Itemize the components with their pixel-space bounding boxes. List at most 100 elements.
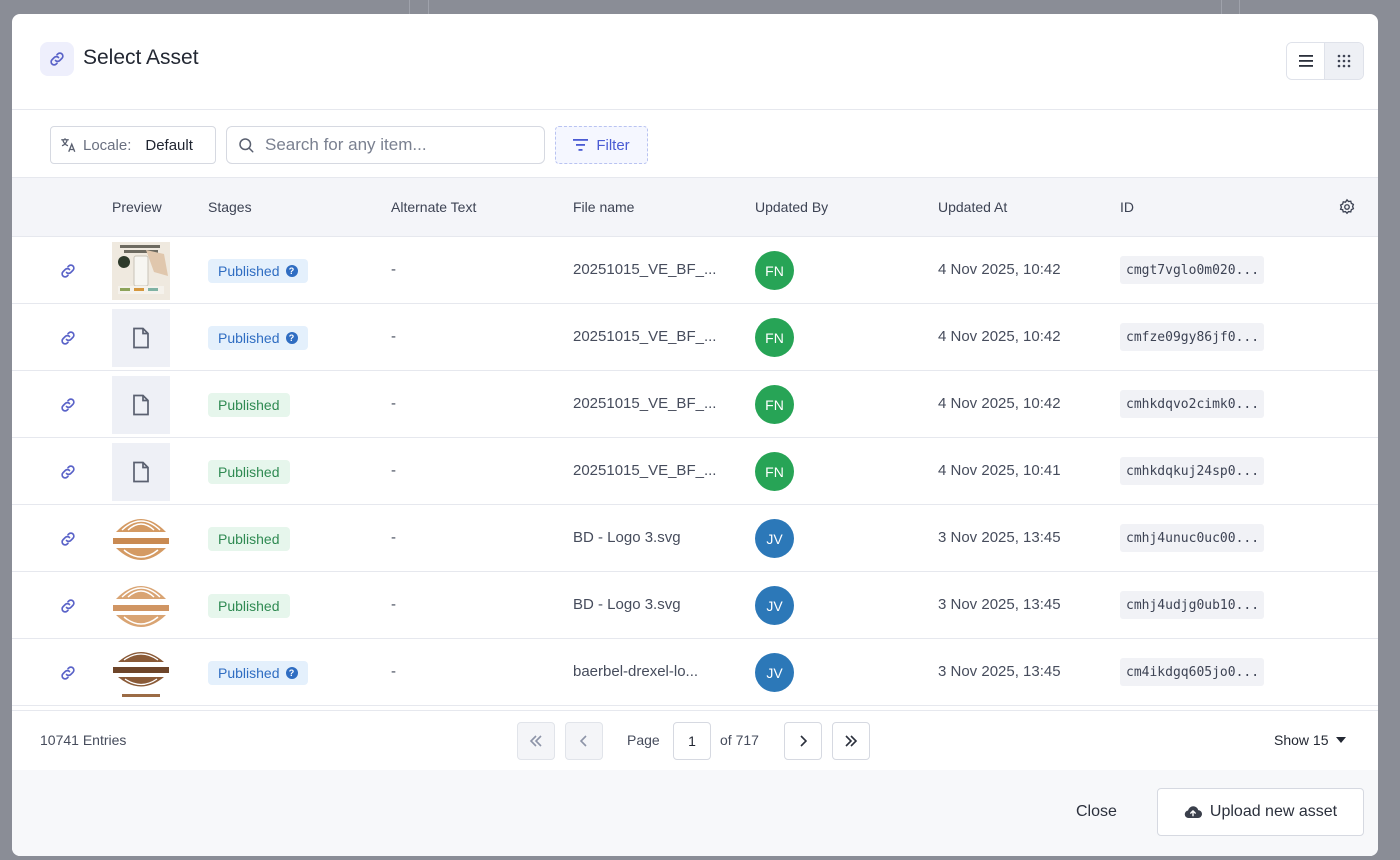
column-preview: Preview	[112, 199, 162, 215]
status-badge: Published ?	[208, 661, 308, 685]
column-updated-at[interactable]: Updated At	[938, 199, 1007, 215]
link-icon[interactable]	[58, 329, 78, 351]
table-row[interactable]: Published - BD - Logo 3.svg JV 3 Nov 202…	[12, 572, 1378, 639]
column-updated-by[interactable]: Updated By	[755, 199, 828, 215]
column-alternate-text[interactable]: Alternate Text	[391, 199, 476, 215]
pagination-bar: 10741 Entries Page of 717 Show 15	[12, 710, 1378, 770]
file-icon	[133, 394, 149, 416]
table-row[interactable]: Published ? - 20251015_VE_BF_... FN 4 No…	[12, 237, 1378, 304]
view-toggle	[1286, 42, 1364, 80]
asset-id[interactable]: cmhj4udjg0ub10...	[1120, 591, 1264, 619]
search-icon	[239, 138, 254, 153]
info-icon[interactable]: ?	[285, 332, 298, 344]
link-icon[interactable]	[58, 463, 78, 485]
chevron-left-icon	[580, 735, 587, 747]
file-icon	[133, 327, 149, 349]
updated-at-cell: 4 Nov 2025, 10:41	[938, 462, 1061, 479]
asset-id[interactable]: cmhkdqvo2cimk0...	[1120, 390, 1264, 418]
last-page-button[interactable]	[832, 722, 870, 760]
total-pages: of 717	[720, 732, 759, 748]
list-icon	[1298, 55, 1313, 67]
updated-at-cell: 3 Nov 2025, 13:45	[938, 596, 1061, 613]
preview-thumbnail	[112, 644, 170, 702]
caret-down-icon	[1336, 737, 1347, 743]
page-size-label: Show 15	[1274, 732, 1329, 748]
first-page-button[interactable]	[517, 722, 555, 760]
table-row[interactable]: Published - BD - Logo 3.svg JV 3 Nov 202…	[12, 505, 1378, 572]
close-button[interactable]: Close	[1076, 803, 1117, 821]
avatar: FN	[755, 251, 794, 290]
asset-id[interactable]: cmgt7vglo0m020...	[1120, 256, 1264, 284]
updated-at-cell: 4 Nov 2025, 10:42	[938, 261, 1061, 278]
column-settings-button[interactable]	[1338, 198, 1356, 219]
link-icon[interactable]	[58, 597, 78, 619]
asset-id[interactable]: cmhkdqkuj24sp0...	[1120, 457, 1264, 485]
search-input[interactable]	[265, 135, 525, 155]
column-id[interactable]: ID	[1120, 199, 1134, 215]
locale-selector[interactable]: Locale: Default	[50, 126, 216, 164]
file-name-cell: 20251015_VE_BF_...	[573, 395, 717, 412]
column-file-name[interactable]: File name	[573, 199, 634, 215]
file-name-cell: BD - Logo 3.svg	[573, 529, 681, 546]
alternate-text-cell: -	[391, 395, 396, 412]
locale-value: Default	[145, 136, 193, 154]
avatar: JV	[755, 653, 794, 692]
asset-id[interactable]: cmhj4unuc0uc00...	[1120, 524, 1264, 552]
asset-id[interactable]: cm4ikdgq605jo0...	[1120, 658, 1264, 686]
toolbar: Locale: Default Filter	[12, 110, 1378, 178]
link-icon	[40, 42, 74, 76]
page-number-input[interactable]	[673, 722, 711, 760]
link-icon[interactable]	[58, 262, 78, 284]
logo-thumbnail	[112, 510, 170, 568]
column-stages[interactable]: Stages	[208, 199, 252, 215]
table-row[interactable]: Published - 20251015_VE_BF_... FN 4 Nov …	[12, 438, 1378, 505]
preview-thumbnail	[112, 443, 170, 501]
list-view-button[interactable]	[1287, 43, 1326, 79]
link-icon[interactable]	[58, 664, 78, 686]
modal-title: Select Asset	[83, 46, 199, 69]
avatar: FN	[755, 385, 794, 424]
select-asset-modal: Select Asset Locale: Default Search for …	[12, 14, 1378, 856]
grid-view-button[interactable]	[1325, 43, 1363, 79]
grid-icon	[1337, 54, 1351, 68]
info-icon[interactable]: ?	[285, 667, 298, 679]
preview-thumbnail	[112, 309, 170, 367]
double-chevron-right-icon	[845, 735, 858, 747]
filter-icon	[573, 139, 589, 151]
link-icon[interactable]	[58, 396, 78, 418]
file-name-cell: 20251015_VE_BF_...	[573, 462, 717, 479]
asset-id[interactable]: cmfze09gy86jf0...	[1120, 323, 1264, 351]
modal-footer: Close Upload new asset	[12, 770, 1378, 856]
alternate-text-cell: -	[391, 462, 396, 479]
gear-icon	[1339, 198, 1355, 215]
status-badge: Published	[208, 460, 290, 484]
preview-thumbnail	[112, 510, 170, 568]
alternate-text-cell: -	[391, 328, 396, 345]
previous-page-button[interactable]	[565, 722, 603, 760]
chevron-right-icon	[800, 735, 807, 747]
translate-icon	[61, 138, 76, 153]
avatar: FN	[755, 318, 794, 357]
next-page-button[interactable]	[784, 722, 822, 760]
search-box	[226, 126, 545, 164]
status-badge: Published ?	[208, 259, 308, 283]
updated-at-cell: 4 Nov 2025, 10:42	[938, 328, 1061, 345]
upload-new-asset-button[interactable]: Upload new asset	[1157, 788, 1364, 836]
table-row[interactable]: Published ? - 20251015_VE_BF_... FN 4 No…	[12, 304, 1378, 371]
preview-thumbnail	[112, 376, 170, 434]
alternate-text-cell: -	[391, 261, 396, 278]
filter-button[interactable]: Filter	[555, 126, 648, 164]
updated-at-cell: 3 Nov 2025, 13:45	[938, 529, 1061, 546]
status-badge: Published	[208, 594, 290, 618]
page-size-select[interactable]: Show 15	[1274, 732, 1347, 748]
link-icon[interactable]	[58, 530, 78, 552]
file-icon	[133, 461, 149, 483]
preview-thumbnail	[112, 577, 170, 635]
alternate-text-cell: -	[391, 596, 396, 613]
info-icon[interactable]: ?	[285, 265, 298, 277]
table-row[interactable]: Published ? - baerbel-drexel-lo... JV 3 …	[12, 639, 1378, 706]
table-row[interactable]: Published - 20251015_VE_BF_... FN 4 Nov …	[12, 371, 1378, 438]
asset-rows: Published ? - 20251015_VE_BF_... FN 4 No…	[12, 237, 1378, 706]
file-name-cell: 20251015_VE_BF_...	[573, 328, 717, 345]
alternate-text-cell: -	[391, 529, 396, 546]
